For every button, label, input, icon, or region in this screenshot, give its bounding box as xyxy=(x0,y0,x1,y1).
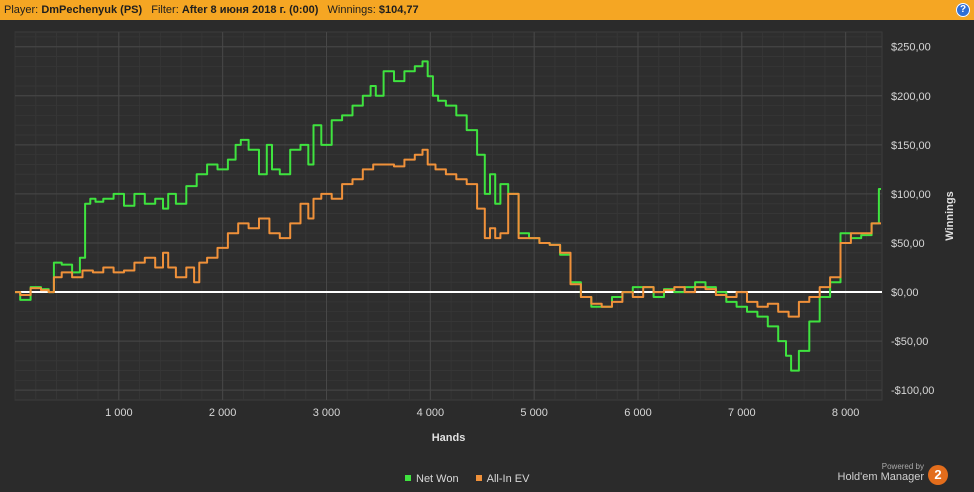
y-tick-label: $150,00 xyxy=(891,140,931,152)
x-tick-label: 6 000 xyxy=(624,407,652,419)
legend-swatch-allin-ev xyxy=(475,475,482,482)
x-axis-label: Hands xyxy=(432,432,466,444)
y-tick-label: $50,00 xyxy=(891,238,925,250)
y-tick-label: -$100,00 xyxy=(891,385,934,397)
x-tick-label: 1 000 xyxy=(105,407,133,419)
y-tick-label: -$50,00 xyxy=(891,336,928,348)
powered-by-text: Powered by xyxy=(881,462,924,471)
filter-label: Filter: xyxy=(151,4,179,16)
header-bar: Player: DmPechenyuk (PS) Filter: After 8… xyxy=(0,0,974,20)
player-label: Player: xyxy=(4,4,39,16)
x-tick-label: 8 000 xyxy=(832,407,860,419)
x-tick-label: 3 000 xyxy=(313,407,341,419)
x-tick-label: 2 000 xyxy=(209,407,237,419)
legend-swatch-net-won xyxy=(405,475,411,482)
brand-name: Hold'em Manager xyxy=(837,471,924,483)
winnings-chart: 1 000 2 000 3 000 4 000 5 000 6 000 7 000 8 000… xyxy=(14,31,956,444)
x-tick-label: 4 000 xyxy=(417,407,445,419)
winnings-label: Winnings: xyxy=(327,4,376,16)
help-icon[interactable]: ? xyxy=(956,3,970,17)
legend-item-net-won[interactable]: Net Won xyxy=(405,473,459,485)
legend-item-allin-ev[interactable]: All-In EV xyxy=(475,473,530,485)
brand-block: Powered by Hold'em Manager 2 xyxy=(822,462,962,488)
hm2-logo-icon: 2 xyxy=(928,465,948,485)
y-tick-label: $0,00 xyxy=(891,287,919,299)
filter-value[interactable]: After 8 июня 2018 г. (0:00) xyxy=(182,4,319,16)
y-tick-label: $250,00 xyxy=(891,42,931,54)
y-axis-label: Winnings xyxy=(944,191,956,240)
legend-label-net-won: Net Won xyxy=(416,473,459,485)
x-tick-label: 7 000 xyxy=(728,407,756,419)
plot-area xyxy=(14,31,883,401)
grid xyxy=(14,31,883,401)
x-tick-label: 5 000 xyxy=(520,407,548,419)
player-value: DmPechenyuk (PS) xyxy=(41,4,143,16)
y-tick-label: $100,00 xyxy=(891,189,931,201)
legend-label-allin-ev: All-In EV xyxy=(486,473,530,485)
chart-legend: Net Won All-In EV xyxy=(405,473,543,485)
winnings-value: $104,77 xyxy=(378,4,419,16)
y-tick-label: $200,00 xyxy=(891,91,931,103)
